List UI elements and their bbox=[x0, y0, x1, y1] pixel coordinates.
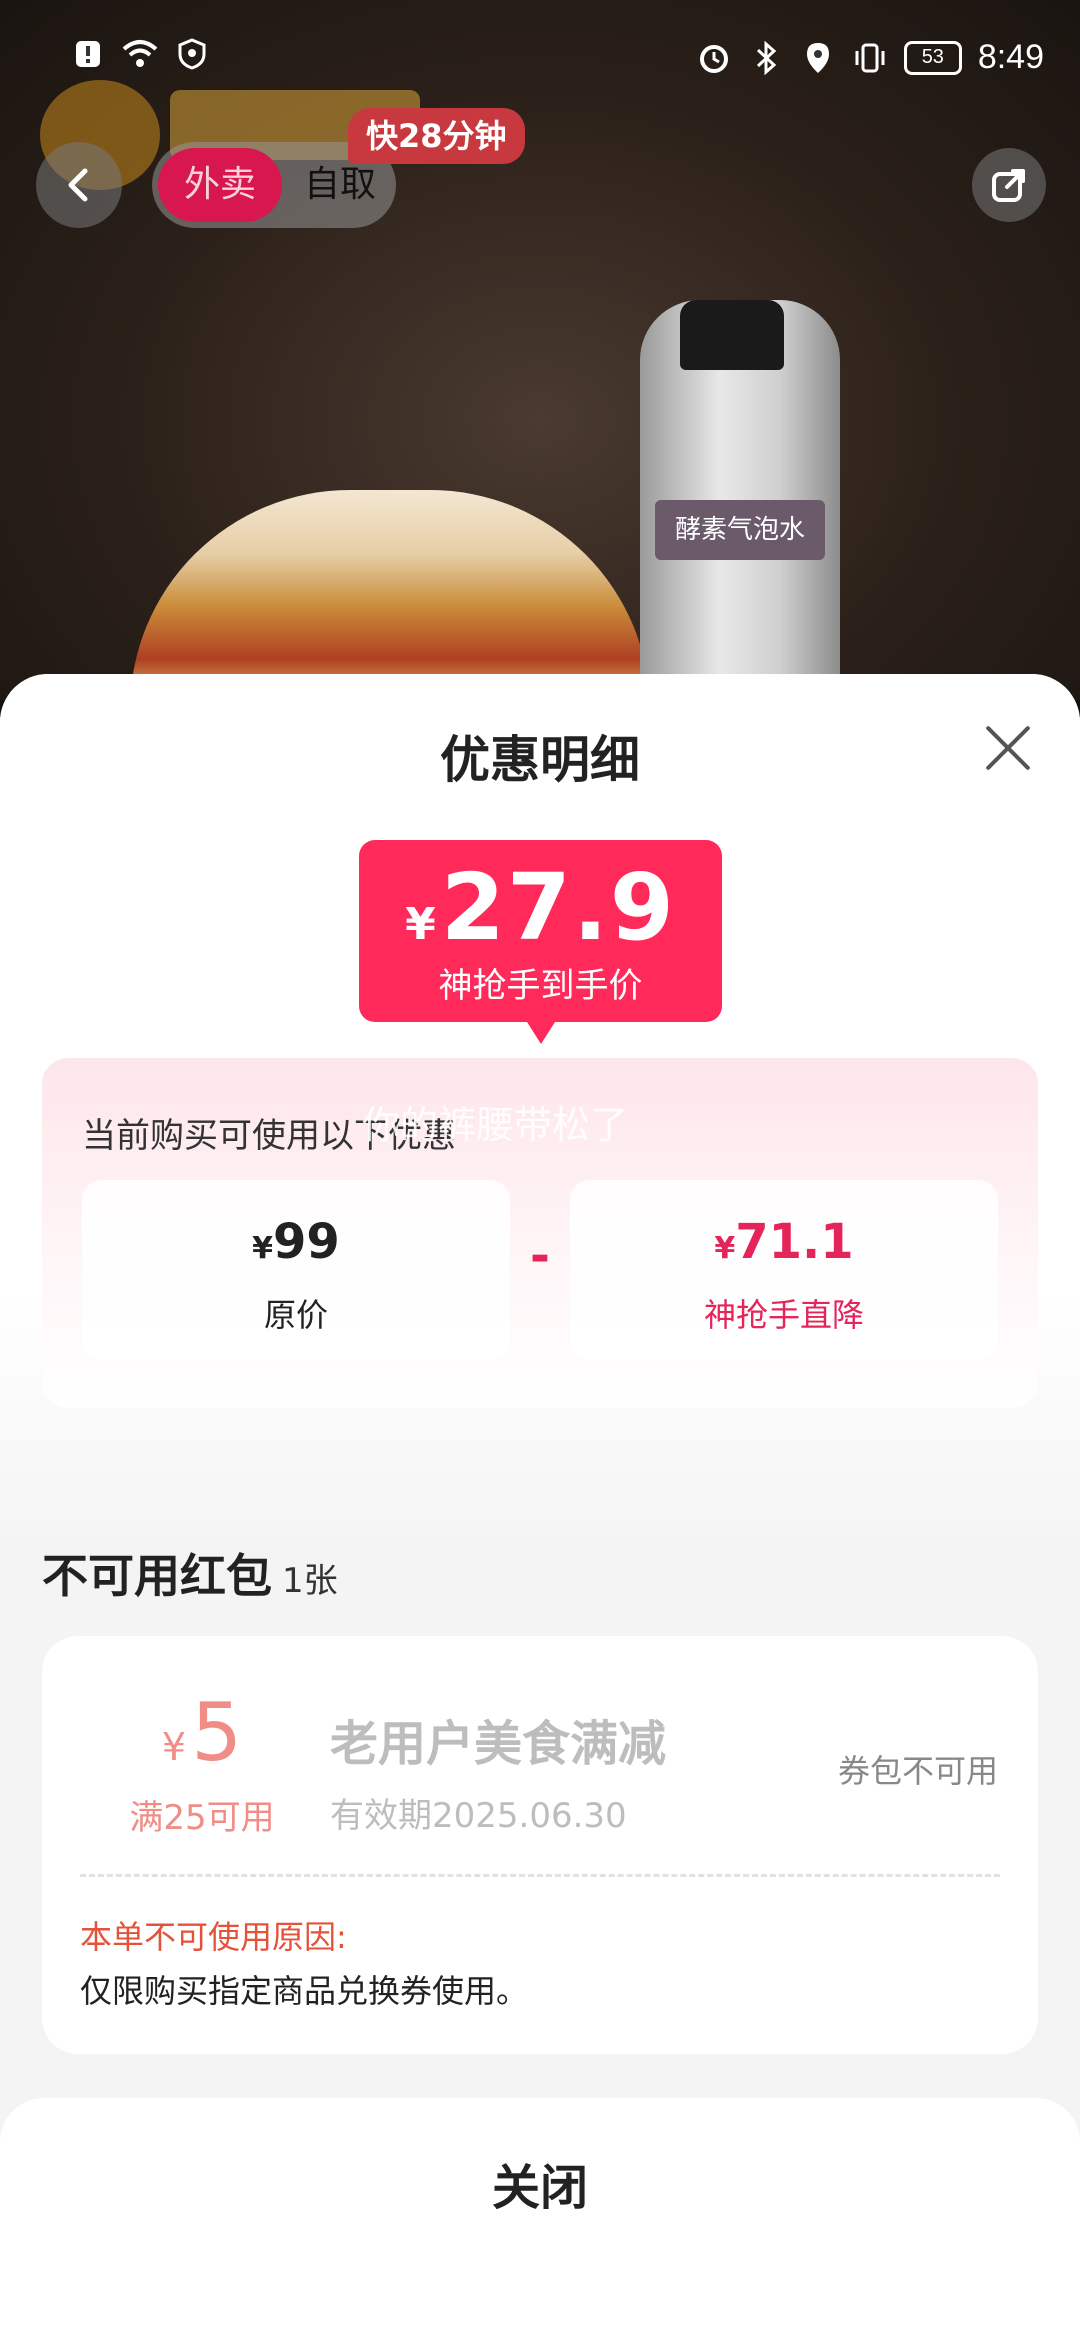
discount-panel: 当前购买可使用以下优惠 你的裤腰带松了 ¥99 原价 - ¥71.1 神抢手直降 bbox=[42, 1058, 1038, 1408]
coupon-condition: 满25可用 bbox=[129, 1798, 275, 1838]
minus-operator: - bbox=[530, 1228, 550, 1284]
unavailable-reason-text: 仅限购买指定商品兑换券使用。 bbox=[80, 1972, 529, 2010]
price-currency: ¥ bbox=[405, 899, 436, 950]
coupon-divider bbox=[80, 1874, 1000, 1877]
coupon-expiry: 有效期2025.06.30 bbox=[330, 1796, 627, 1836]
final-price-box: ¥ 27.9 神抢手到手价 bbox=[359, 840, 722, 1044]
original-currency: ¥ bbox=[252, 1231, 274, 1266]
eta-badge: 快28分钟 bbox=[348, 108, 525, 164]
discount-details-sheet: 优惠明细 ¥ 27.9 神抢手到手价 当前购买可使用以下优惠 你的裤腰带松了 ¥… bbox=[0, 674, 1080, 2340]
reduction-value: 71.1 bbox=[735, 1214, 854, 1270]
sheet-title: 优惠明细 bbox=[440, 731, 640, 789]
bottle-label: 酵素气泡水 bbox=[655, 500, 825, 560]
tab-delivery[interactable]: 外卖 bbox=[158, 148, 282, 222]
unavailable-reason-label: 本单不可使用原因: bbox=[80, 1918, 347, 1956]
watermark-text: 你的裤腰带松了 bbox=[362, 1103, 629, 1147]
close-button[interactable]: 关闭 bbox=[0, 2098, 1080, 2278]
reduction-label: 神抢手直降 bbox=[703, 1296, 864, 1334]
battery-indicator: 53 bbox=[903, 40, 962, 75]
vibrate-icon bbox=[852, 40, 888, 76]
back-button[interactable] bbox=[36, 142, 122, 228]
unavailable-section-title: 不可用红包 1张 bbox=[42, 1540, 338, 1606]
alarm-icon bbox=[696, 40, 732, 76]
price-value: 27.9 bbox=[440, 854, 676, 961]
coupon-currency: ¥ bbox=[161, 1725, 187, 1769]
original-price-card: ¥99 原价 bbox=[82, 1180, 510, 1360]
bluetooth-icon bbox=[748, 40, 784, 76]
wifi-icon bbox=[122, 36, 158, 72]
coupon-value: 5 bbox=[191, 1686, 243, 1779]
coupon-name: 老用户美食满减 bbox=[330, 1716, 667, 1772]
shield-icon bbox=[174, 36, 210, 72]
bottom-bar: 关闭 bbox=[0, 2098, 1080, 2340]
clock: 8:49 bbox=[977, 38, 1044, 76]
reduction-card: ¥71.1 神抢手直降 bbox=[570, 1180, 998, 1360]
chevron-left-icon bbox=[68, 168, 88, 202]
status-bar: 53 8:49 bbox=[0, 0, 1080, 120]
price-label: 神抢手到手价 bbox=[438, 966, 643, 1006]
location-icon bbox=[800, 40, 836, 76]
coupon-card[interactable]: ¥ 5 满25可用 老用户美食满减 有效期2025.06.30 券包不可用 本单… bbox=[42, 1636, 1038, 2054]
original-label: 原价 bbox=[263, 1296, 328, 1334]
reduction-currency: ¥ bbox=[714, 1231, 736, 1266]
original-value: 99 bbox=[273, 1214, 340, 1270]
coupon-amount: ¥ 5 bbox=[102, 1686, 302, 1779]
bottle-cap bbox=[680, 300, 784, 370]
unavailable-count: 1张 bbox=[282, 1561, 338, 1601]
burger-image bbox=[130, 490, 650, 700]
share-icon bbox=[992, 169, 1025, 202]
share-button[interactable] bbox=[972, 148, 1046, 222]
coupon-status: 券包不可用 bbox=[837, 1752, 998, 1790]
close-icon[interactable] bbox=[982, 722, 1034, 774]
notification-icon bbox=[70, 36, 106, 72]
unavailable-title-text: 不可用红包 bbox=[42, 1549, 272, 1603]
